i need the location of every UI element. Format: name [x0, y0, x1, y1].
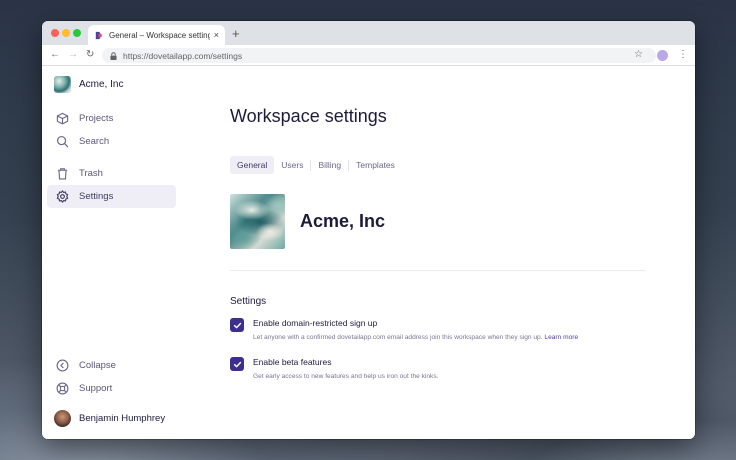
check-icon: [233, 361, 241, 367]
cube-icon: [56, 112, 69, 125]
sidebar-item-label: Projects: [79, 113, 114, 124]
tab-billing[interactable]: Billing: [311, 156, 348, 174]
beta-features-checkbox[interactable]: [230, 357, 244, 371]
tab-title: General – Workspace settings: [109, 30, 210, 40]
avatar: [54, 410, 71, 427]
browser-tab[interactable]: General – Workspace settings ×: [88, 25, 225, 45]
workspace-logo[interactable]: [230, 194, 285, 249]
workspace-heading: Acme, Inc: [300, 211, 386, 231]
lifebuoy-icon: [56, 382, 69, 395]
back-arrow-icon[interactable]: ←: [50, 49, 60, 61]
sidebar-item-search[interactable]: Search: [47, 130, 176, 153]
setting-description: Let anyone with a confirmed dovetailapp.…: [253, 333, 578, 342]
setting-title: Enable beta features: [253, 357, 332, 367]
tab-close-icon[interactable]: ×: [214, 30, 219, 40]
forward-arrow-icon[interactable]: →: [68, 49, 78, 61]
sidebar-item-support[interactable]: Support: [47, 377, 176, 400]
url-text: https://dovetailapp.com/settings: [123, 50, 243, 61]
tab-bar: General – Workspace settings × +: [42, 21, 695, 45]
browser-menu-icon[interactable]: ⋮: [678, 49, 688, 61]
app-content: Acme, Inc Projects Search Trash Settings…: [42, 66, 695, 439]
sidebar-item-trash[interactable]: Trash: [47, 162, 176, 185]
page-title: Workspace settings: [230, 106, 387, 126]
browser-toolbar: ← → ↻ https://dovetailapp.com/settings ☆…: [42, 45, 695, 66]
section-title: Settings: [230, 296, 267, 307]
settings-tabs: General Users Billing Templates: [230, 156, 402, 174]
setting-domain-restricted: Enable domain-restricted sign up Let any…: [230, 318, 578, 342]
sidebar-item-label: Search: [79, 136, 110, 147]
extension-icon[interactable]: [657, 50, 668, 61]
lock-icon: [110, 51, 117, 60]
browser-window: General – Workspace settings × + ← → ↻ h…: [42, 21, 695, 439]
setting-title: Enable domain-restricted sign up: [253, 318, 378, 328]
domain-restricted-checkbox[interactable]: [230, 318, 244, 332]
workspace-switcher[interactable]: Acme, Inc: [54, 76, 123, 93]
reload-icon[interactable]: ↻: [86, 49, 94, 61]
close-window-button[interactable]: [51, 29, 59, 37]
sidebar: Acme, Inc Projects Search Trash Settings…: [42, 66, 182, 439]
tab-general[interactable]: General: [230, 156, 275, 174]
setting-beta-features: Enable beta features Get early access to…: [230, 357, 438, 381]
check-icon: [233, 322, 241, 328]
bookmark-star-icon[interactable]: ☆: [634, 49, 643, 61]
sidebar-item-label: Settings: [79, 191, 114, 202]
learn-more-link[interactable]: Learn more: [544, 334, 578, 341]
sidebar-item-label: Support: [79, 383, 113, 394]
tab-templates[interactable]: Templates: [349, 156, 402, 174]
setting-description-text: Let anyone with a confirmed dovetailapp.…: [253, 334, 543, 341]
tab-users[interactable]: Users: [274, 156, 310, 174]
minimize-window-button[interactable]: [62, 29, 70, 37]
chevron-left-circle-icon: [56, 359, 69, 372]
user-name: Benjamin Humphrey: [79, 413, 166, 424]
sidebar-item-label: Collapse: [79, 360, 116, 371]
search-icon: [56, 135, 69, 148]
workspace-name: Acme, Inc: [79, 79, 124, 90]
maximize-window-button[interactable]: [73, 29, 81, 37]
sidebar-item-collapse[interactable]: Collapse: [47, 354, 176, 377]
sidebar-item-settings[interactable]: Settings: [47, 185, 176, 208]
main-panel: Workspace settings General Users Billing…: [230, 66, 648, 439]
setting-description: Get early access to new features and hel…: [253, 373, 439, 380]
workspace-thumbnail: [54, 76, 71, 93]
sidebar-item-projects[interactable]: Projects: [47, 107, 176, 130]
sidebar-item-label: Trash: [79, 168, 103, 179]
gear-icon: [56, 190, 69, 203]
user-profile[interactable]: Benjamin Humphrey: [54, 410, 165, 427]
address-bar[interactable]: https://dovetailapp.com/settings: [102, 48, 656, 63]
divider: [230, 270, 646, 271]
dovetail-favicon-icon: [95, 31, 103, 39]
new-tab-button[interactable]: +: [232, 27, 240, 40]
trash-icon: [57, 168, 68, 180]
